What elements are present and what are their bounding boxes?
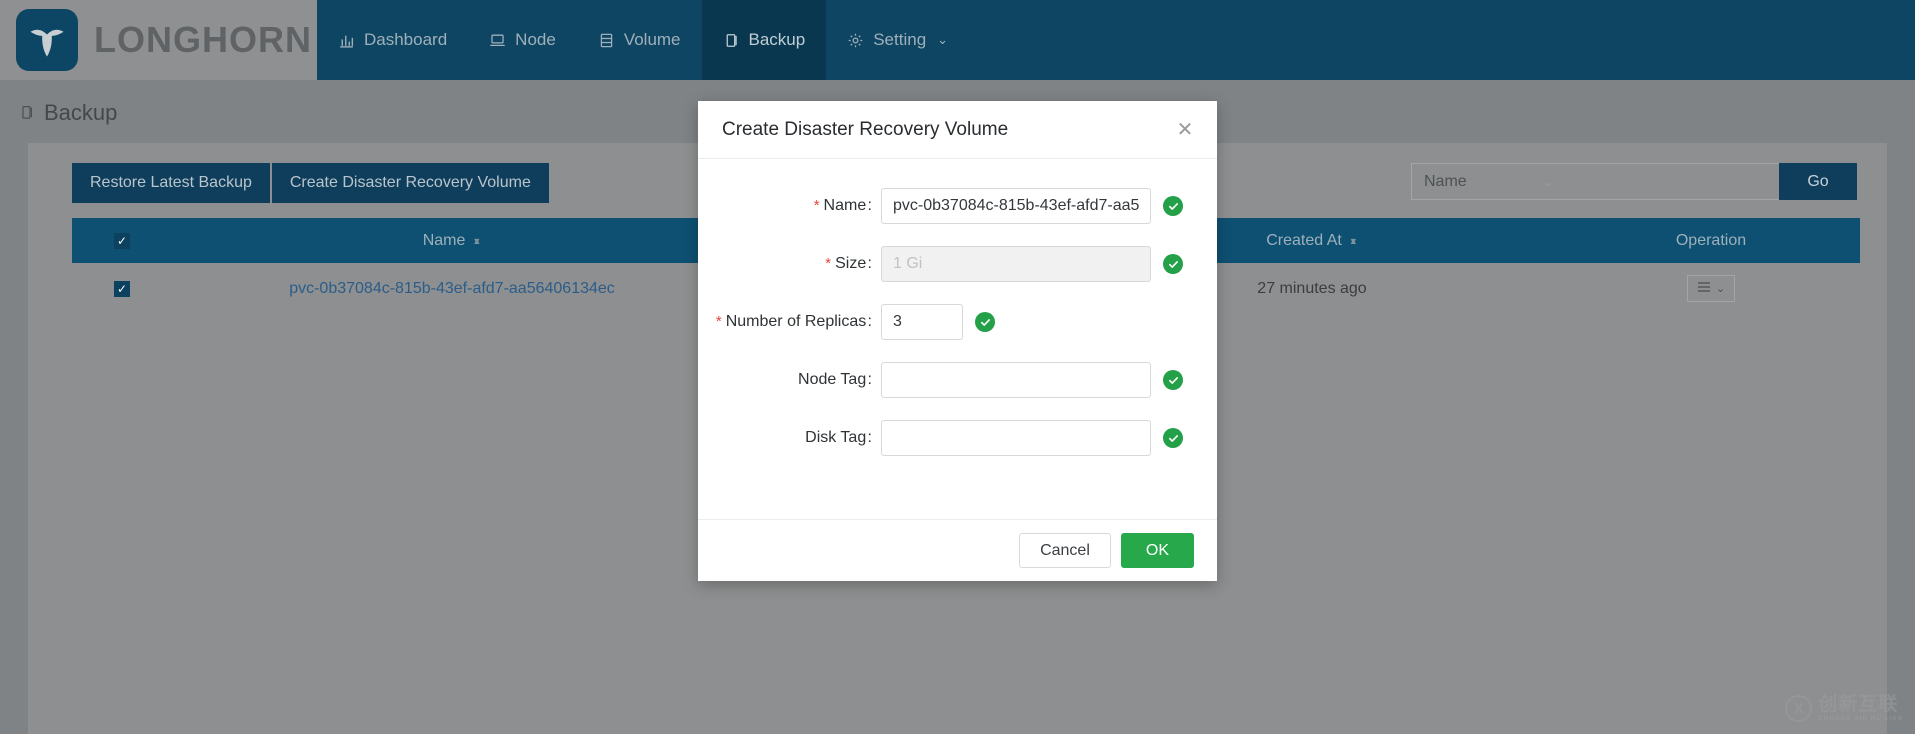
valid-check-icon	[975, 312, 995, 332]
brand[interactable]: LONGHORN	[0, 0, 317, 80]
nav-item-volume[interactable]: Volume	[577, 0, 702, 80]
restore-latest-backup-button[interactable]: Restore Latest Backup	[72, 163, 270, 203]
brand-name: LONGHORN	[94, 19, 312, 60]
table-header-name[interactable]: Name ▲ ▼	[172, 218, 732, 263]
form-row-size: * Size :	[698, 246, 1217, 282]
row-operation-menu-button[interactable]: ⌄	[1686, 275, 1736, 302]
page-title-label: Backup	[44, 100, 118, 125]
table-header-select-all: ✓	[72, 218, 172, 263]
name-field-label: * Name :	[813, 197, 872, 214]
row-checkbox[interactable]: ✓	[114, 280, 130, 297]
chart-bar-icon	[338, 32, 355, 49]
watermark-cn-text: 创新互联	[1818, 694, 1899, 715]
form-row-number-of-replicas: * Number of Replicas :	[698, 304, 1217, 340]
number-of-replicas-field-label: * Number of Replicas :	[715, 313, 872, 330]
size-field-label: * Size :	[825, 255, 872, 272]
dialog-footer: Cancel OK	[698, 519, 1217, 581]
nav-item-label: Dashboard	[364, 30, 448, 49]
table-header-label: Name	[422, 231, 466, 249]
search-field-select[interactable]: Name ⌄	[1411, 163, 1566, 200]
table-header-label: Created At	[1266, 231, 1342, 249]
create-disaster-recovery-volume-button[interactable]: Create Disaster Recovery Volume	[271, 163, 549, 203]
nav-item-dashboard[interactable]: Dashboard	[317, 0, 468, 80]
search-field-selected-value: Name	[1424, 172, 1467, 190]
valid-check-icon	[1163, 370, 1183, 390]
required-asterisk: *	[813, 197, 820, 214]
form-row-name: * Name :	[698, 188, 1217, 224]
top-navbar: LONGHORN Dashboard Node Volume Backup Se…	[0, 0, 1915, 80]
close-icon[interactable]: ✕	[1175, 120, 1195, 140]
nav-item-label: Node	[515, 30, 556, 49]
select-all-checkbox[interactable]: ✓	[114, 232, 130, 249]
chevron-down-icon: ⌄	[1543, 173, 1554, 189]
nav-items: Dashboard Node Volume Backup Setting ⌄	[317, 0, 1915, 80]
gear-icon	[847, 32, 864, 49]
search-go-button[interactable]: Go	[1779, 163, 1857, 200]
valid-check-icon	[1163, 428, 1183, 448]
nav-item-label: Volume	[623, 30, 681, 49]
nav-item-backup[interactable]: Backup	[701, 0, 827, 80]
disk-tag-input[interactable]	[881, 420, 1151, 456]
form-row-disk-tag: Disk Tag :	[698, 420, 1217, 456]
watermark-en-text: CHUANG XIN HU LIAN	[1818, 716, 1903, 722]
laptop-icon	[489, 32, 506, 49]
required-asterisk: *	[715, 313, 722, 330]
size-input	[881, 246, 1151, 282]
dialog-title: Create Disaster Recovery Volume	[722, 118, 1009, 140]
watermark: X 创新互联 CHUANG XIN HU LIAN	[1785, 695, 1903, 722]
nav-item-node[interactable]: Node	[468, 0, 577, 80]
dialog-body: *Name : *Size :	[698, 159, 1217, 519]
nav-item-label: Setting	[873, 30, 927, 49]
nav-item-label: Backup	[748, 30, 806, 49]
cancel-button[interactable]: Cancel	[1019, 533, 1111, 568]
disk-tag-field-label: Disk Tag :	[805, 429, 872, 446]
node-tag-input[interactable]	[881, 362, 1151, 398]
required-asterisk: *	[825, 255, 832, 272]
watermark-logo-icon: X	[1785, 695, 1813, 722]
row-operation-cell: ⌄	[1562, 263, 1860, 314]
list-menu-icon	[1697, 280, 1711, 297]
create-disaster-recovery-volume-dialog: Create Disaster Recovery Volume ✕ * Name …	[698, 101, 1217, 581]
page-title: Backup	[20, 100, 117, 126]
volume-name-link[interactable]: pvc-0b37084c-815b-43ef-afd7-aa56406134ec	[289, 280, 615, 297]
nav-item-setting[interactable]: Setting ⌄	[826, 0, 969, 80]
row-name-cell: pvc-0b37084c-815b-43ef-afd7-aa56406134ec	[172, 263, 732, 314]
longhorn-bull-logo-icon	[16, 9, 78, 71]
table-header-operation: Operation	[1562, 218, 1860, 263]
number-of-replicas-input[interactable]	[881, 304, 963, 340]
chevron-down-icon: ⌄	[937, 32, 949, 47]
valid-check-icon	[1163, 196, 1183, 216]
database-icon	[598, 32, 615, 49]
name-input[interactable]	[881, 188, 1151, 224]
backup-box-icon	[20, 104, 36, 122]
search-group: Name ⌄ Go	[1411, 163, 1857, 200]
app-root: LONGHORN Dashboard Node Volume Backup Se…	[0, 0, 1915, 734]
table-header-label: Operation	[1675, 231, 1747, 249]
valid-check-icon	[1163, 254, 1183, 274]
node-tag-field-label: Node Tag :	[798, 371, 872, 388]
form-row-node-tag: Node Tag :	[698, 362, 1217, 398]
chevron-down-icon: ⌄	[1715, 283, 1726, 295]
row-select-cell: ✓	[72, 263, 172, 314]
search-input[interactable]	[1566, 163, 1779, 200]
dialog-header: Create Disaster Recovery Volume ✕	[698, 101, 1217, 159]
backup-box-icon	[723, 32, 740, 49]
ok-button[interactable]: OK	[1120, 533, 1194, 568]
